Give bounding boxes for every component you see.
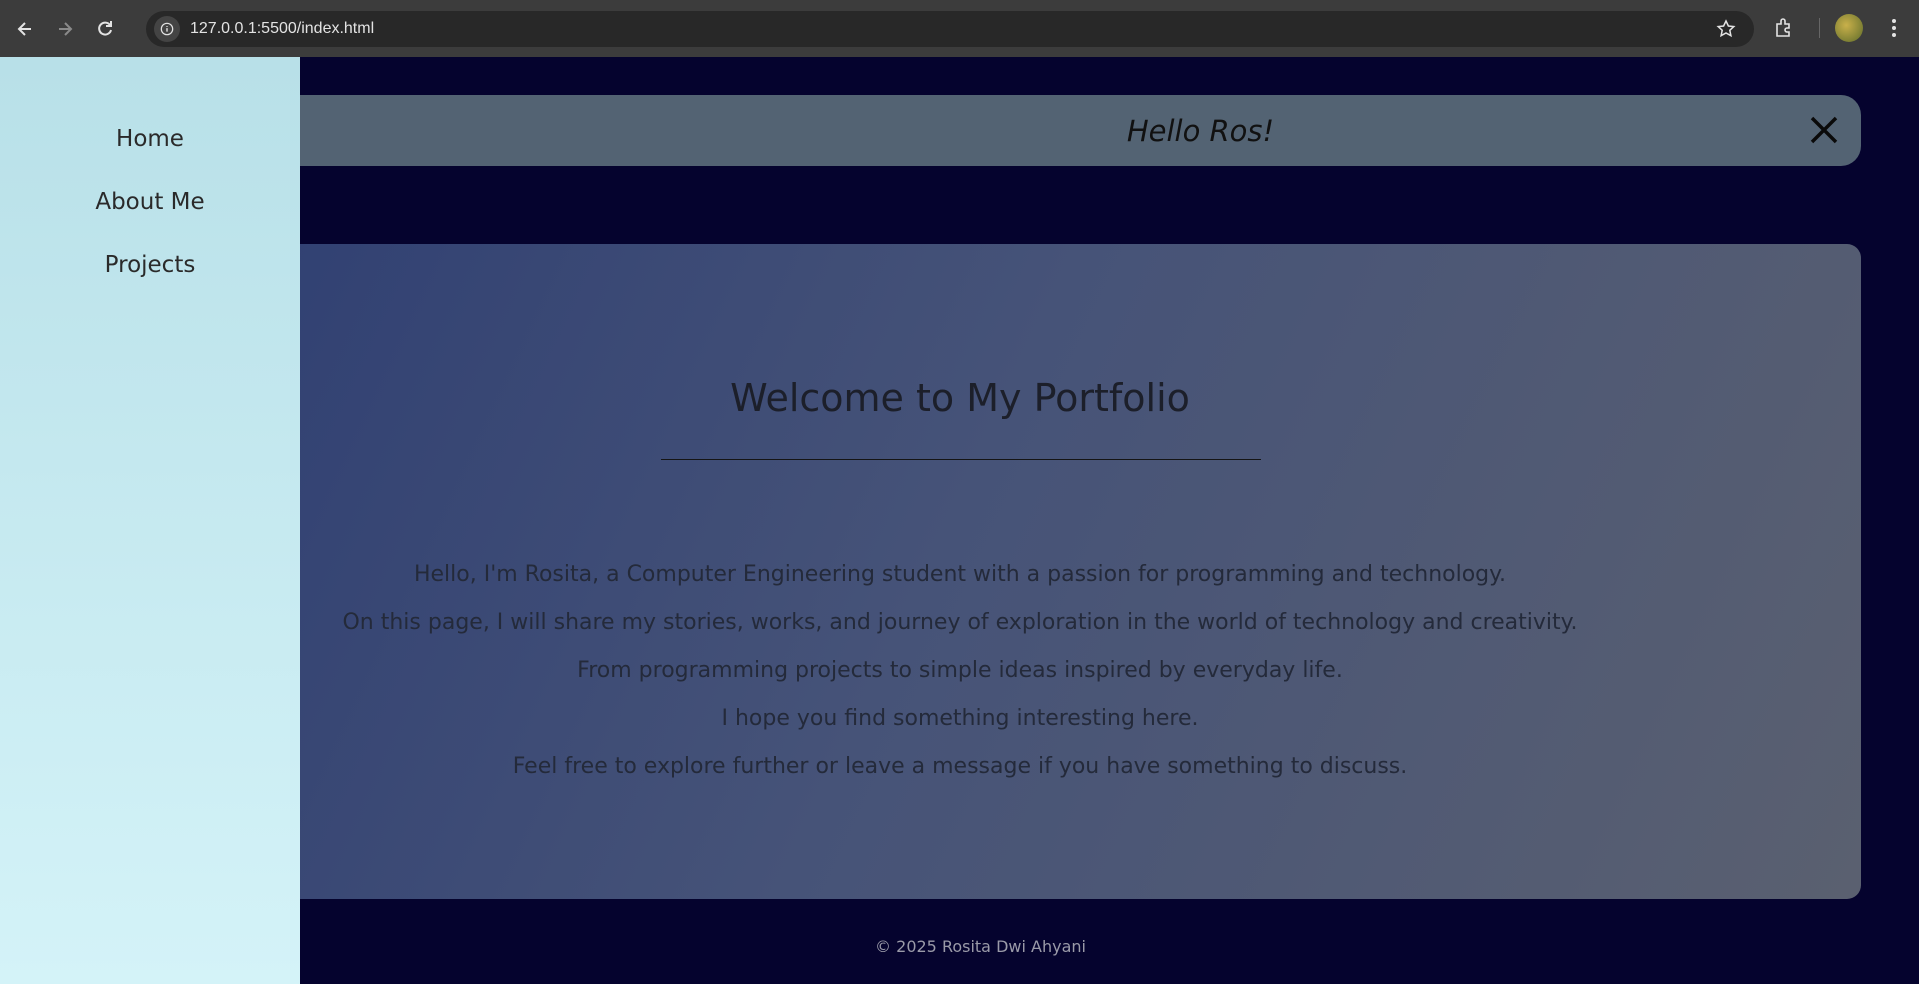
browser-toolbar: 127.0.0.1:5500/index.html [0, 0, 1919, 57]
page: Hello Ros! Welcome to My Portfolio Hello… [0, 57, 1919, 984]
address-bar[interactable]: 127.0.0.1:5500/index.html [146, 11, 1754, 47]
header-bar: Hello Ros! [200, 95, 1861, 166]
sidebar-item-home[interactable]: Home [0, 126, 300, 189]
intro-paragraph: Hello, I'm Rosita, a Computer Engineerin… [413, 562, 1507, 587]
close-icon[interactable] [1807, 113, 1841, 147]
welcome-card: Welcome to My Portfolio Hello, I'm Rosit… [200, 244, 1861, 899]
back-arrow-icon[interactable] [10, 14, 40, 44]
forward-arrow-icon[interactable] [50, 14, 80, 44]
intro-text: Hello, I'm Rosita, a Computer Engineerin… [300, 551, 1620, 791]
reload-icon[interactable] [90, 14, 120, 44]
sidebar-item-projects[interactable]: Projects [0, 252, 300, 315]
intro-paragraph: Feel free to explore further or leave a … [512, 754, 1408, 779]
kebab-menu-icon[interactable] [1884, 16, 1904, 40]
title-divider [661, 459, 1261, 460]
intro-paragraph: I hope you find something interesting he… [721, 706, 1199, 731]
toolbar-divider [1819, 18, 1820, 38]
sidebar-nav: Home About Me Projects [0, 57, 300, 984]
sidebar-item-about-me[interactable]: About Me [0, 189, 300, 252]
url-text[interactable]: 127.0.0.1:5500/index.html [190, 20, 374, 38]
bookmark-star-icon[interactable] [1716, 19, 1736, 39]
intro-paragraph: From programming projects to simple idea… [577, 658, 1343, 683]
welcome-title: Welcome to My Portfolio [730, 376, 1190, 420]
header-title: Hello Ros! [1126, 113, 1275, 148]
intro-paragraph: On this page, I will share my stories, w… [342, 610, 1578, 635]
extensions-icon[interactable] [1772, 16, 1796, 40]
site-info-icon[interactable] [154, 16, 180, 42]
profile-avatar[interactable] [1835, 14, 1863, 42]
footer-copyright: © 2025 Rosita Dwi Ahyani [875, 937, 1086, 956]
